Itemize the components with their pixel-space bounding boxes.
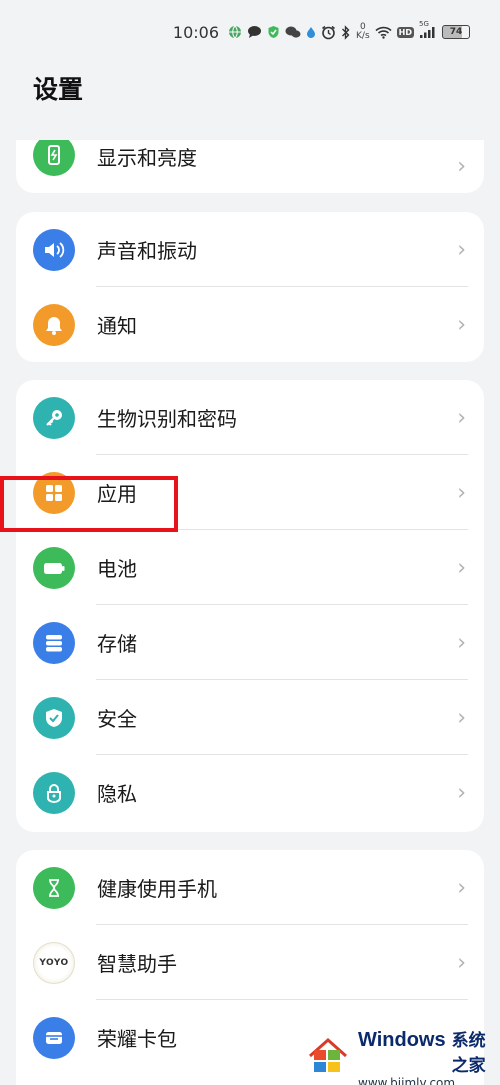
settings-item-display[interactable]: 显示和亮度 › [16,140,484,193]
message-icon [247,25,262,39]
settings-item-label: 声音和振动 [97,239,197,263]
status-bar: 10:06 0 K/s HD 5G 74 [0,0,500,64]
battery-indicator: 74 [442,25,470,39]
chevron-right-icon: › [457,405,466,430]
settings-item-sound[interactable]: 声音和振动 › [16,212,484,287]
highlight-box [0,476,178,532]
globe-icon [228,25,242,39]
network-speed: 0 K/s [356,23,370,41]
chevron-right-icon: › [457,950,466,975]
chevron-right-icon: › [457,154,466,179]
chevron-right-icon: › [457,630,466,655]
drop-icon [306,26,316,38]
signal-icon: 5G [419,20,437,39]
storage-icon [33,621,75,664]
settings-item-security[interactable]: 安全 › [16,680,484,755]
wechat-icon [285,25,301,39]
hourglass-icon [33,866,75,909]
windows-logo-icon [306,1036,350,1080]
wallet-icon [33,1016,75,1059]
wifi-icon [375,26,392,39]
settings-item-label: 存储 [97,632,137,656]
settings-item-label: 隐私 [97,782,137,806]
privacy-lock-icon [33,771,75,814]
settings-item-label: 通知 [97,314,137,338]
page-title: 设置 [33,75,84,104]
settings-item-biometrics[interactable]: 生物识别和密码 › [16,380,484,455]
alarm-icon [321,25,336,40]
watermark-url: www.bjjmlv.com [358,1076,456,1085]
settings-item-label: 显示和亮度 [97,146,197,170]
chevron-right-icon: › [457,705,466,730]
settings-item-label: 健康使用手机 [97,877,217,901]
sound-notify-card: 声音和振动 › 通知 › [16,212,484,362]
system-card: 生物识别和密码 › 应用 › 电池 › 存储 › 安全 › 隐私 › [16,380,484,832]
signal-label: 5G [419,20,429,28]
battery-icon [33,546,75,589]
settings-item-notifications[interactable]: 通知 › [16,287,484,362]
settings-item-label: 生物识别和密码 [97,407,237,431]
chevron-right-icon: › [457,237,466,262]
status-time: 10:06 [172,22,220,42]
settings-item-label: 荣耀卡包 [97,1027,177,1051]
bell-icon [33,303,75,346]
display-brightness-icon [33,140,75,176]
watermark-brand-cn: 系统之家 [451,1031,486,1076]
shield-check-icon [33,696,75,739]
chevron-right-icon: › [457,555,466,580]
settings-item-battery[interactable]: 电池 › [16,530,484,605]
network-speed-unit: K/s [356,31,370,41]
settings-item-digital-health[interactable]: 健康使用手机 › [16,850,484,925]
key-icon [33,396,75,439]
watermark: Windows 系统之家 www.bjjmlv.com [306,1029,496,1085]
yoyo-badge: YOYO [39,957,69,968]
hd-badge: HD [396,26,414,38]
yoyo-icon: YOYO [33,941,75,984]
chevron-right-icon: › [457,480,466,505]
settings-item-label: 安全 [97,707,137,731]
chevron-right-icon: › [457,875,466,900]
chevron-right-icon: › [457,780,466,805]
shield-status-icon [267,25,280,39]
settings-item-label: 智慧助手 [97,952,177,976]
settings-item-assistant[interactable]: YOYO 智慧助手 › [16,925,484,1000]
settings-item-privacy[interactable]: 隐私 › [16,755,484,830]
chevron-right-icon: › [457,312,466,337]
speaker-icon [33,228,75,271]
settings-item-storage[interactable]: 存储 › [16,605,484,680]
bluetooth-icon [341,24,351,40]
settings-item-label: 电池 [97,557,137,581]
display-card: 显示和亮度 › [16,140,484,193]
watermark-brand: Windows [358,1029,446,1051]
